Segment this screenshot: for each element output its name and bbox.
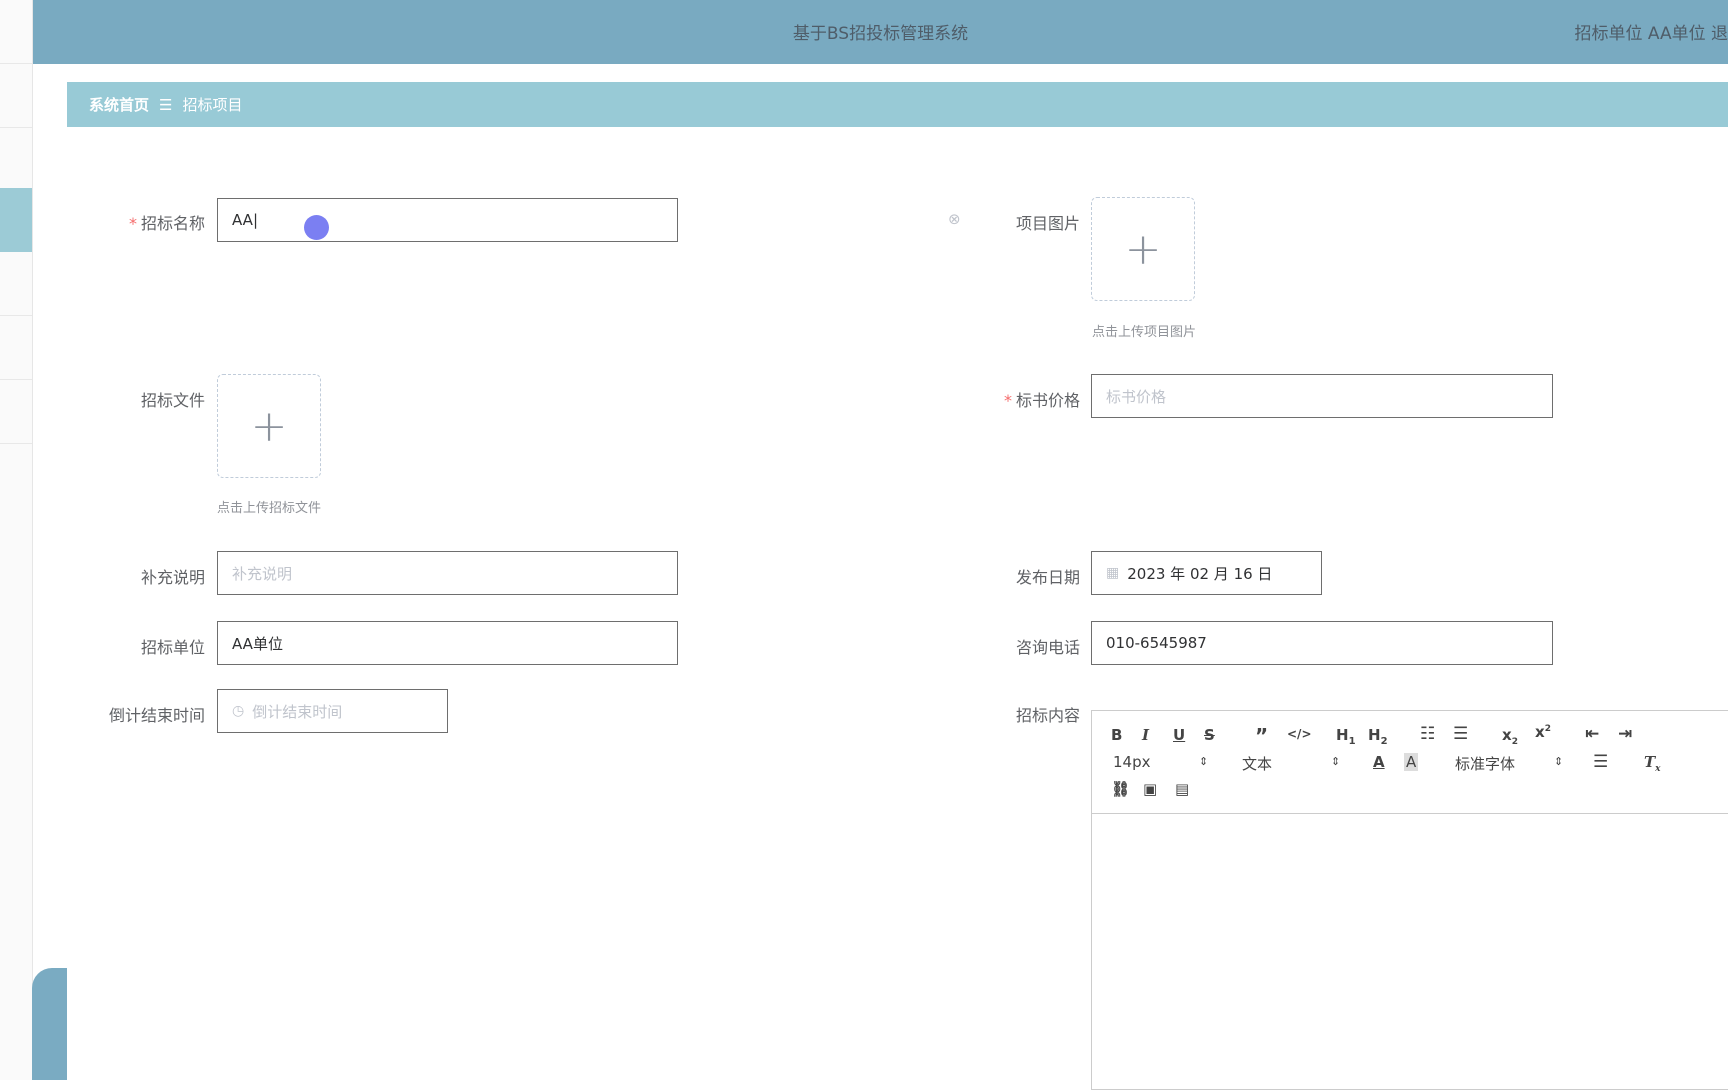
bold-icon[interactable]: B <box>1111 726 1122 744</box>
name-input[interactable]: AA | <box>217 198 678 242</box>
superscript-icon[interactable]: x2 <box>1535 723 1551 741</box>
breadcrumb-home[interactable]: 系统首页 <box>89 94 149 115</box>
ordered-list-icon[interactable]: ☷ <box>1420 724 1435 744</box>
countdown-label: 倒计结束时间 <box>108 706 205 725</box>
user-info[interactable]: 招标单位 AA单位 退 <box>1574 19 1728 44</box>
sidebar-item[interactable] <box>0 64 32 128</box>
file-upload-tip: 点击上传招标文件 <box>217 501 322 516</box>
clear-icon[interactable]: ⊗ <box>948 210 961 228</box>
sidebar-item[interactable] <box>0 380 32 444</box>
app-title: 基于BS招投标管理系统 <box>792 24 969 44</box>
video-icon[interactable]: ▤ <box>1175 780 1189 798</box>
font-size-arrow-icon[interactable]: ⇕ <box>1199 755 1208 768</box>
name-label: * 招标名称 <box>128 214 205 233</box>
image-icon[interactable]: ▣ <box>1143 780 1157 798</box>
sidebar-item[interactable] <box>0 252 32 316</box>
font-family-select[interactable]: 标准字体 <box>1455 753 1515 774</box>
link-icon[interactable]: ⛓ <box>1111 780 1130 798</box>
blockquote-icon[interactable]: ” <box>1255 724 1268 748</box>
font-family-arrow-icon[interactable]: ⇕ <box>1554 755 1563 768</box>
bullet-list-icon[interactable]: ☰ <box>1453 724 1468 744</box>
image-upload-plus-icon[interactable]: + <box>1091 197 1195 301</box>
countdown-picker[interactable]: ◷ 倒计结束时间 <box>217 689 448 733</box>
editor-toolbar: B I U S ” </> H1 H2 ☷ ☰ x2 x2 ⇤ ⇥ 14px ⇕… <box>1092 711 1728 814</box>
mouse-cursor-indicator <box>304 215 329 240</box>
calendar-icon: ▦ <box>1106 565 1120 581</box>
unit-label: 招标单位 <box>140 638 205 657</box>
date-picker[interactable]: ▦ 2023 年 02 月 16 日 <box>1091 551 1322 595</box>
rich-text-editor[interactable]: B I U S ” </> H1 H2 ☷ ☰ x2 x2 ⇤ ⇥ 14px ⇕… <box>1091 710 1728 1090</box>
top-header: 基于BS招投标管理系统 招标单位 AA单位 退 <box>33 0 1728 64</box>
breadcrumb: 系统首页 ☰ 招标项目 <box>67 82 1728 127</box>
content-label: 招标内容 <box>1015 706 1080 725</box>
file-label: 招标文件 <box>140 391 205 410</box>
note-label: 补充说明 <box>140 568 205 587</box>
subscript-icon[interactable]: x2 <box>1502 726 1518 747</box>
sidebar-item[interactable] <box>0 316 32 380</box>
menu-separator-icon: ☰ <box>159 95 173 114</box>
price-label: * 标书价格 <box>1003 391 1080 410</box>
sidebar-item-active[interactable] <box>0 188 32 252</box>
header-select[interactable]: 文本 <box>1242 753 1272 774</box>
clock-icon: ◷ <box>232 703 245 719</box>
note-input[interactable]: 补充说明 <box>217 551 678 595</box>
breadcrumb-current: 招标项目 <box>182 96 243 114</box>
sidebar-item[interactable] <box>0 0 32 64</box>
code-block-icon[interactable]: </> <box>1287 727 1312 741</box>
header-arrow-icon[interactable]: ⇕ <box>1331 755 1340 768</box>
outdent-icon[interactable]: ⇤ <box>1585 724 1599 744</box>
italic-icon[interactable]: I <box>1142 726 1149 744</box>
background-color-icon[interactable]: A <box>1404 753 1419 771</box>
sidebar-decoration <box>32 968 67 1080</box>
font-color-icon[interactable]: A <box>1373 753 1385 771</box>
unit-input[interactable]: AA单位 <box>217 621 678 665</box>
date-label: 发布日期 <box>1015 568 1080 587</box>
align-icon[interactable]: ☰ <box>1593 752 1608 772</box>
underline-icon[interactable]: U <box>1173 726 1185 744</box>
phone-input[interactable]: 010-6545987 <box>1091 621 1553 665</box>
sidebar-item[interactable] <box>0 128 32 192</box>
image-label: 项目图片 <box>1015 214 1080 233</box>
sidebar <box>0 0 33 1080</box>
font-size-select[interactable]: 14px <box>1113 753 1151 771</box>
strike-icon[interactable]: S <box>1204 726 1215 744</box>
price-input[interactable]: 标书价格 <box>1091 374 1553 418</box>
file-upload-plus-icon[interactable]: + <box>217 374 321 478</box>
image-upload-tip: 点击上传项目图片 <box>1092 325 1197 340</box>
indent-icon[interactable]: ⇥ <box>1618 724 1632 744</box>
header1-icon[interactable]: H1 <box>1336 726 1356 747</box>
phone-label: 咨询电话 <box>1015 638 1080 657</box>
clear-format-icon[interactable]: Tx <box>1644 753 1661 774</box>
header2-icon[interactable]: H2 <box>1368 726 1388 747</box>
